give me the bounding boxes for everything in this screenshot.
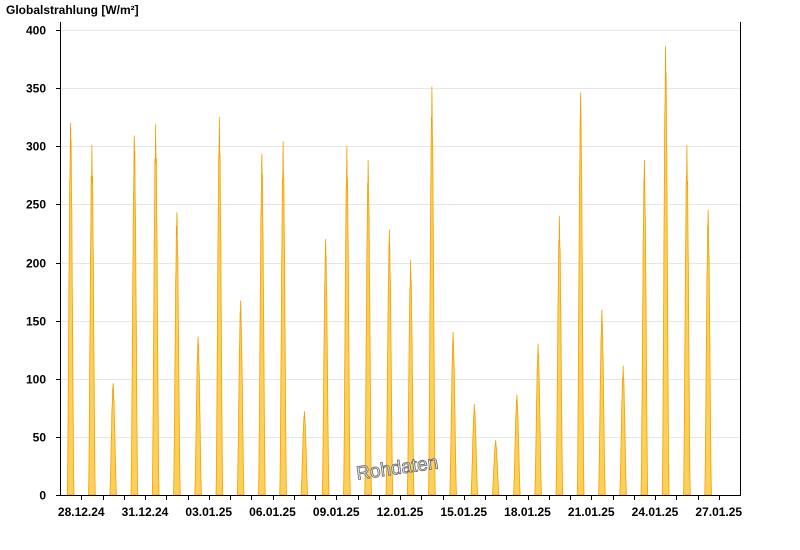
daily-peak-20.01.25	[576, 92, 585, 496]
daily-peak-19.01.25	[555, 215, 564, 496]
daily-peak-21.01.25	[598, 309, 606, 496]
daily-peak-07.01.25	[300, 410, 309, 496]
daily-peak-13.01.25	[428, 86, 436, 496]
daily-peak-24.01.25	[661, 45, 670, 496]
x-tick-label: 18.01.25	[504, 505, 551, 519]
y-axis-label: Globalstrahlung [W/m²]	[6, 3, 139, 17]
daily-peak-06.01.25	[279, 141, 287, 496]
daily-peak-08.01.25	[321, 238, 330, 496]
daily-peak-14.01.25	[449, 331, 457, 496]
y-tick-label: 200	[26, 257, 46, 271]
daily-peak-31.12.24	[151, 123, 160, 496]
x-tick-label: 27.01.25	[695, 505, 742, 519]
x-tick-label: 09.01.25	[313, 505, 360, 519]
x-tick-label: 15.01.25	[440, 505, 487, 519]
axes	[60, 22, 741, 496]
x-axis-ticks: 28.12.24 31.12.24 03.01.25 06.01.25 09.01.25…	[58, 495, 742, 519]
y-axis-ticks: 0 50 100 150 200 250 300 350 400	[26, 24, 60, 503]
x-tick-label: 21.01.25	[568, 505, 615, 519]
gridlines	[60, 30, 740, 438]
daily-peak-05.01.25	[258, 153, 266, 496]
irradiance-chart: 0 50 100 150 200 250 300 350 400 28.12.24 31.12.2…	[6, 3, 742, 519]
daily-peak-30.12.24	[130, 135, 139, 496]
daily-peak-18.01.25	[534, 343, 542, 496]
daily-peak-28.12.24	[88, 144, 96, 496]
daily-peak-02.01.25	[194, 336, 202, 496]
x-tick-label: 24.01.25	[632, 505, 679, 519]
y-tick-label: 350	[26, 82, 46, 96]
daily-peak-26.01.25	[704, 209, 712, 496]
daily-peak-11.01.25	[385, 229, 394, 496]
y-tick-label: 50	[33, 431, 47, 445]
daily-peak-17.01.25	[513, 394, 521, 496]
daily-peak-22.01.25	[619, 365, 627, 496]
daily-peak-25.01.25	[683, 144, 691, 496]
x-tick-label: 28.12.24	[58, 505, 105, 519]
daily-peak-16.01.25	[491, 439, 500, 496]
daily-peak-15.01.25	[470, 403, 479, 496]
y-tick-label: 0	[39, 489, 46, 503]
y-tick-label: 250	[26, 198, 46, 212]
y-tick-label: 150	[26, 315, 46, 329]
x-tick-label: 03.01.25	[185, 505, 232, 519]
daily-peak-03.01.25	[215, 116, 224, 496]
daily-peak-01.01.25	[173, 212, 181, 496]
y-tick-label: 100	[26, 373, 46, 387]
daily-peak-23.01.25	[640, 159, 649, 496]
x-tick-label: 12.01.25	[377, 505, 424, 519]
daily-peak-10.01.25	[364, 159, 372, 496]
daily-peak-09.01.25	[343, 145, 351, 496]
y-tick-label: 300	[26, 140, 46, 154]
x-tick-label: 31.12.24	[122, 505, 169, 519]
daily-peak-04.01.25	[236, 300, 245, 496]
x-tick-label: 06.01.25	[249, 505, 296, 519]
daily-peak-27.12.24	[66, 122, 75, 496]
daily-irradiance-series	[66, 45, 712, 496]
y-tick-label: 400	[26, 24, 46, 38]
daily-peak-29.12.24	[109, 382, 117, 496]
